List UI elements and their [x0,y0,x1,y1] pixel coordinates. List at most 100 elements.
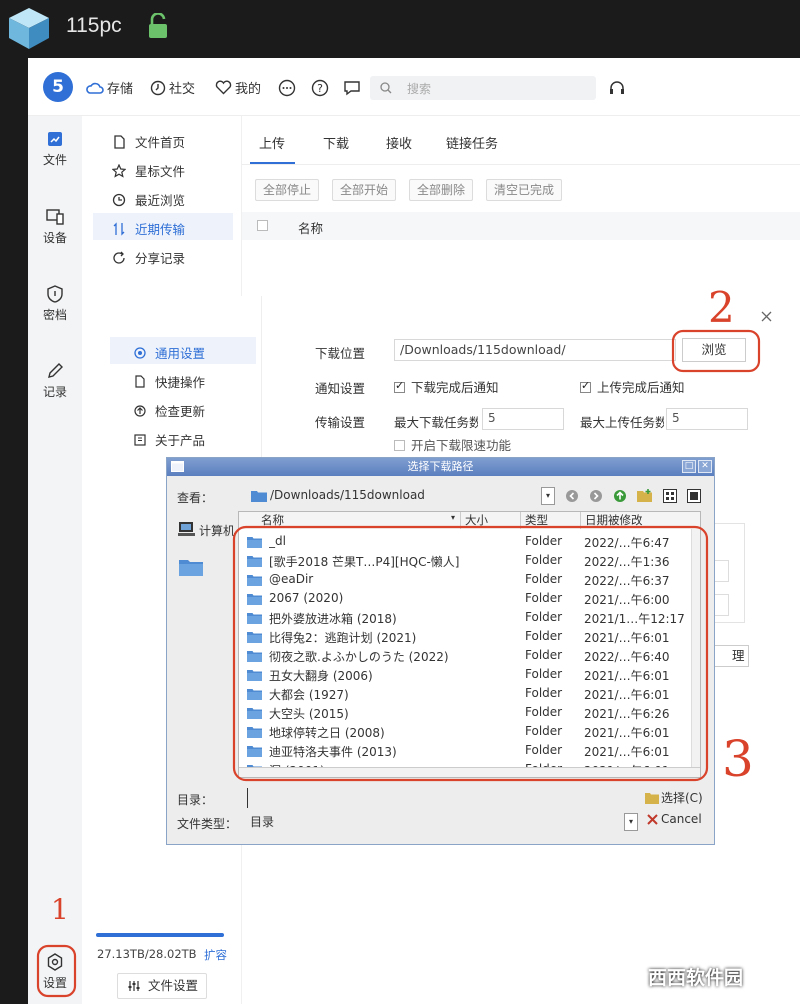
list-item[interactable]: [歌手2018 芒果T…P4][HQC-懒人] Folder 2022/…午1:36 [247,551,697,570]
max-upload-input[interactable]: 5 [666,408,748,430]
list-item[interactable]: 迪亚特洛夫事件 (2013) Folder 2021/…午6:01 [247,741,697,760]
look-in-combo[interactable]: /Downloads/115download ▾ [251,485,556,507]
settings-nav-shortcuts[interactable]: 快捷操作 [134,372,205,391]
back-icon[interactable] [565,489,579,503]
file-type: Folder [525,572,563,586]
clear-completed-button[interactable]: 清空已完成 [486,179,563,201]
file-settings-button[interactable]: 文件设置 [117,973,207,999]
directory-label: 目录： [177,793,214,807]
browse-button[interactable]: 浏览 [682,338,746,362]
settings-nav-general[interactable]: 通用设置 [134,343,205,362]
headset-icon[interactable] [608,79,626,97]
sidebar-item-starred[interactable]: 星标文件 [112,161,185,180]
sidebar-item-home[interactable]: 文件首页 [112,132,185,151]
leftbar-devices[interactable]: 设备 [28,208,82,246]
list-item[interactable]: 把外婆放进冰箱 (2018) Folder 2021/1…午12:17 [247,608,697,627]
max-download-label: 最大下载任务数 [394,415,478,430]
sidebar-item-shares[interactable]: 分享记录 [112,248,185,267]
file-name: 大都会 (1927) [269,688,349,702]
watermark: 西西软件园 [598,955,798,997]
more-icon[interactable] [278,79,296,97]
list-item[interactable]: 大都会 (1927) Folder 2021/…午6:01 [247,684,697,703]
sidebar-item-transfers[interactable]: 近期传输 [112,219,185,238]
search-icon [380,82,392,94]
place-computer[interactable]: 计算机 [199,522,235,539]
cancel-button[interactable]: Cancel [647,812,702,826]
folder-icon [251,491,267,502]
tab-receive[interactable]: 接收 [386,133,412,152]
expand-storage-link[interactable]: 扩容 [204,947,227,963]
unlock-icon[interactable] [148,13,168,39]
stop-all-button[interactable]: 全部停止 [255,179,320,201]
search-box[interactable]: 搜索 [370,76,596,100]
nav-mine[interactable]: 我的 [215,78,261,97]
leftbar-vault[interactable]: 密档 [28,285,82,323]
notify-label: 通知设置 [315,381,366,396]
delete-all-button[interactable]: 全部删除 [409,179,474,201]
folder-icon [247,708,262,719]
manage-button-partial[interactable]: 理 [715,645,749,667]
detail-view-icon[interactable] [687,489,701,503]
dialog-close-button[interactable]: ✕ [698,460,712,473]
folder-icon [247,556,262,567]
leftbar-files-label: 文件 [42,153,67,167]
file-modified: 2022/…午6:47 [584,536,670,550]
max-download-input[interactable]: 5 [482,408,564,430]
column-header-size[interactable]: 大小 [461,512,521,529]
help-icon[interactable]: ? [311,79,329,97]
list-item[interactable]: 地球停转之日 (2008) Folder 2021/…午6:01 [247,722,697,741]
file-list: 名称 ▾ 大小 类型 日期被修改 _dl Folder 2022/…午6:47 [歌手2… [238,511,701,778]
list-item[interactable]: 2067 (2020) Folder 2021/…午6:00 [247,589,697,608]
nav-mine-label: 我的 [235,82,262,97]
list-item[interactable]: _dl Folder 2022/…午6:47 [247,532,697,551]
start-all-button[interactable]: 全部开始 [332,179,397,201]
leftbar-records[interactable]: 记录 [28,362,82,400]
annotation-number-1: 1 [51,893,69,926]
forward-icon[interactable] [589,489,603,503]
cancel-x-icon [647,813,658,825]
list-item[interactable]: @eaDir Folder 2022/…午6:37 [247,570,697,589]
window-menu-icon[interactable] [171,461,184,472]
nav-storage[interactable]: 存储 [86,78,133,97]
file-type-combo[interactable]: 目录 ▾ [250,812,638,832]
choose-button[interactable]: 选择(C) [645,789,703,806]
file-name: 彻夜之歌.よふかしのうた (2022) [269,650,449,664]
horizontal-scrollbar[interactable] [239,767,700,777]
tab-link-tasks[interactable]: 链接任务 [446,133,498,152]
tab-upload[interactable]: 上传 [259,133,285,152]
settings-nav-about[interactable]: 关于产品 [134,430,205,449]
list-view-icon[interactable] [663,489,677,503]
combo-dropdown-icon[interactable]: ▾ [541,487,555,505]
sidebar-item-recent[interactable]: 最近浏览 [112,190,185,209]
vertical-scrollbar[interactable] [691,529,700,767]
tab-download[interactable]: 下载 [323,133,349,152]
choose-button-label: 选择(C) [661,791,703,805]
combo-dropdown-icon[interactable]: ▾ [624,813,638,831]
directory-input[interactable] [247,788,639,808]
leftbar-settings[interactable]: 设置 [28,953,82,991]
column-header-modified[interactable]: 日期被修改 [581,512,700,529]
list-item[interactable]: 比得兔2：逃跑计划 (2021) Folder 2021/…午6:01 [247,627,697,646]
app-logo[interactable]: 5 [43,72,73,102]
column-header-type[interactable]: 类型 [521,512,581,529]
notify-download-checkbox[interactable]: 下载完成后通知 [394,377,499,396]
speed-limit-checkbox[interactable]: 开启下载限速功能 [394,435,511,454]
download-location-input[interactable]: /Downloads/115download/ [394,339,676,361]
column-header-name[interactable]: 名称 ▾ [239,512,461,529]
leftbar-files[interactable]: 文件 [28,130,82,168]
notify-upload-checkbox[interactable]: 上传完成后通知 [580,377,685,396]
list-item[interactable]: 大空头 (2015) Folder 2021/…午6:26 [247,703,697,722]
message-icon[interactable] [343,79,361,97]
close-icon[interactable] [761,311,772,322]
window-title: 115pc [66,14,122,37]
leftbar-vault-label: 密档 [42,308,67,322]
maximize-button[interactable]: □ [682,460,696,473]
list-item[interactable]: 丑女大翻身 (2006) Folder 2021/…午6:01 [247,665,697,684]
select-all-checkbox[interactable] [257,220,268,231]
settings-nav-updates[interactable]: 检查更新 [134,401,205,420]
list-item[interactable]: 彻夜之歌.よふかしのうた (2022) Folder 2022/…午6:40 [247,646,697,665]
parent-directory-icon[interactable] [613,489,627,503]
new-folder-icon[interactable] [637,488,653,503]
nav-social[interactable]: 社交 [150,78,195,97]
folder-icon[interactable] [179,557,203,576]
